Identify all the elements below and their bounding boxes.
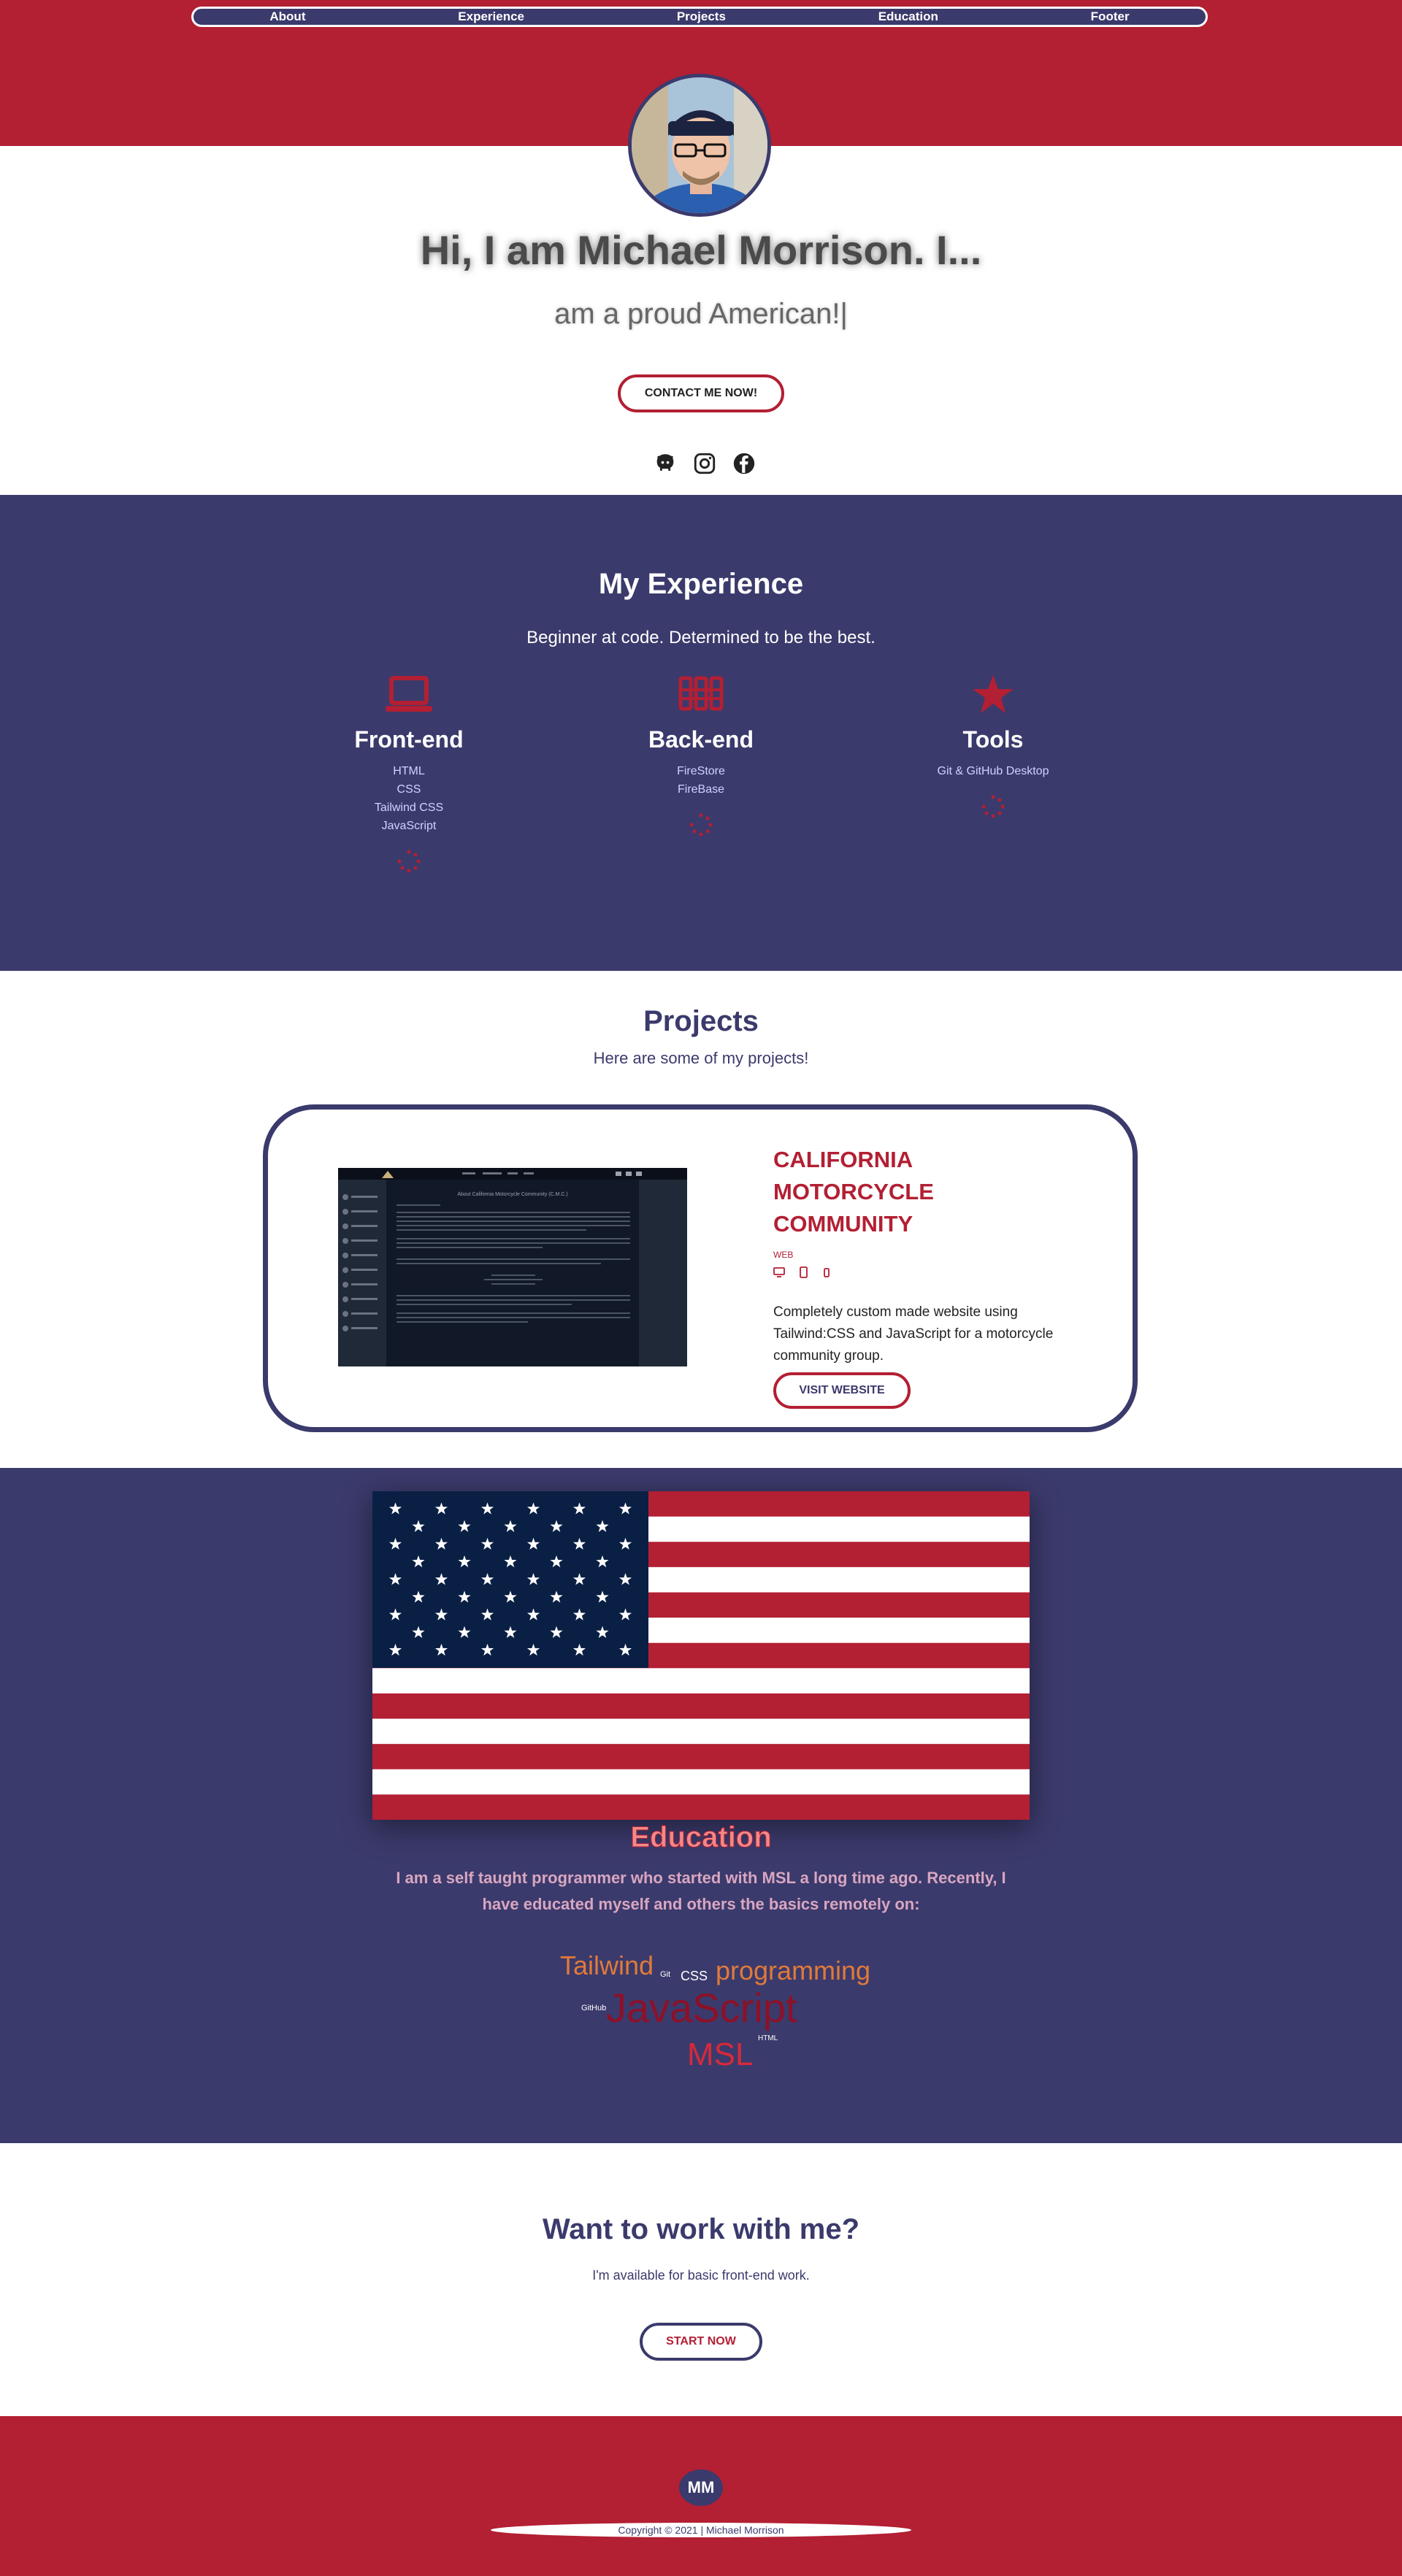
spinner-icon	[397, 850, 421, 873]
skill-item: HTML	[393, 765, 425, 777]
cloud-word: CSS	[681, 1969, 708, 1983]
hero-typed-text: am a proud American!|	[554, 298, 848, 330]
cloud-word: Git	[660, 1970, 671, 1979]
hero-title: Hi, I am Michael Morrison. I...	[420, 227, 982, 273]
flag-stripe	[372, 1769, 1030, 1795]
spinner-icon	[689, 813, 713, 837]
flag-stripe	[372, 1744, 1030, 1770]
github-icon[interactable]	[653, 451, 678, 476]
laptop-icon	[386, 676, 432, 712]
experience-frontend: Front-end HTML CSS Tailwind CSS JavaScri…	[299, 675, 518, 873]
server-icon	[678, 676, 724, 711]
cloud-word: Tailwind	[560, 1950, 654, 1980]
projects-title: Projects	[643, 1005, 759, 1037]
projects-subtitle: Here are some of my projects!	[593, 1049, 809, 1067]
experience-backend: Back-end FireStore FireBase	[591, 675, 811, 837]
contact-me-button[interactable]: CONTACT ME NOW!	[618, 374, 784, 412]
backend-title: Back-end	[648, 726, 754, 753]
star-icon	[973, 675, 1014, 713]
american-flag-image	[372, 1491, 1030, 1820]
cloud-word: HTML	[758, 2034, 778, 2042]
education-description: I am a self taught programmer who starte…	[396, 1869, 1006, 1913]
skill-item: CSS	[397, 783, 421, 796]
nav-projects[interactable]: Projects	[677, 9, 726, 24]
nav-about[interactable]: About	[269, 9, 305, 24]
skill-item: Tailwind CSS	[374, 801, 444, 814]
flag-stripe	[372, 1794, 1030, 1820]
project-tag: WEB	[773, 1250, 794, 1260]
social-links	[650, 451, 759, 477]
project-description: Completely custom made website using Tai…	[773, 1304, 1054, 1364]
experience-subtitle: Beginner at code. Determined to be the b…	[526, 628, 876, 647]
device-icons	[773, 1266, 830, 1278]
flag-stripe	[372, 1718, 1030, 1745]
visit-website-button[interactable]: VISIT WEBSITE	[773, 1372, 911, 1409]
experience-title: My Experience	[598, 568, 804, 600]
project-title: CALIFORNIA MOTORCYCLE COMMUNITY	[773, 1147, 934, 1237]
instagram-icon[interactable]	[692, 451, 717, 476]
education-title: Education	[630, 1821, 772, 1854]
cta-title: Want to work with me?	[542, 2213, 860, 2245]
experience-tools: Tools Git & GitHub Desktop	[884, 675, 1103, 818]
footer-logo[interactable]: MM	[679, 2469, 723, 2506]
top-navbar: About Experience Projects Education Foot…	[191, 7, 1208, 27]
cloud-word: JavaScript	[606, 1985, 797, 2031]
nav-experience[interactable]: Experience	[458, 9, 524, 24]
frontend-title: Front-end	[354, 726, 464, 753]
skill-item: Git & GitHub Desktop	[937, 765, 1049, 777]
facebook-icon[interactable]	[732, 451, 756, 476]
cloud-word: programming	[716, 1956, 871, 1985]
screenshot-heading: About California Motorcycle Community (C…	[457, 1192, 567, 1197]
start-now-button[interactable]: START NOW	[640, 2323, 762, 2361]
spinner-icon	[981, 795, 1005, 818]
nav-education[interactable]: Education	[878, 9, 938, 24]
tools-title: Tools	[962, 726, 1024, 753]
cloud-word: GitHub	[581, 2004, 607, 2012]
avatar	[628, 74, 771, 217]
cta-subtitle: I'm available for basic front-end work.	[592, 2268, 810, 2283]
copyright-text: Copyright © 2021 | Michael Morrison	[491, 2523, 911, 2537]
flag-stripe	[372, 1668, 1030, 1694]
flag-stripe	[372, 1693, 1030, 1720]
skill-item: JavaScript	[381, 820, 437, 832]
skill-item: FireStore	[677, 765, 725, 777]
nav-footer[interactable]: Footer	[1091, 9, 1130, 24]
skill-item: FireBase	[677, 783, 725, 796]
project-screenshot[interactable]: About California Motorcycle Community (C…	[338, 1168, 687, 1366]
cloud-word: MSL	[687, 2037, 754, 2072]
